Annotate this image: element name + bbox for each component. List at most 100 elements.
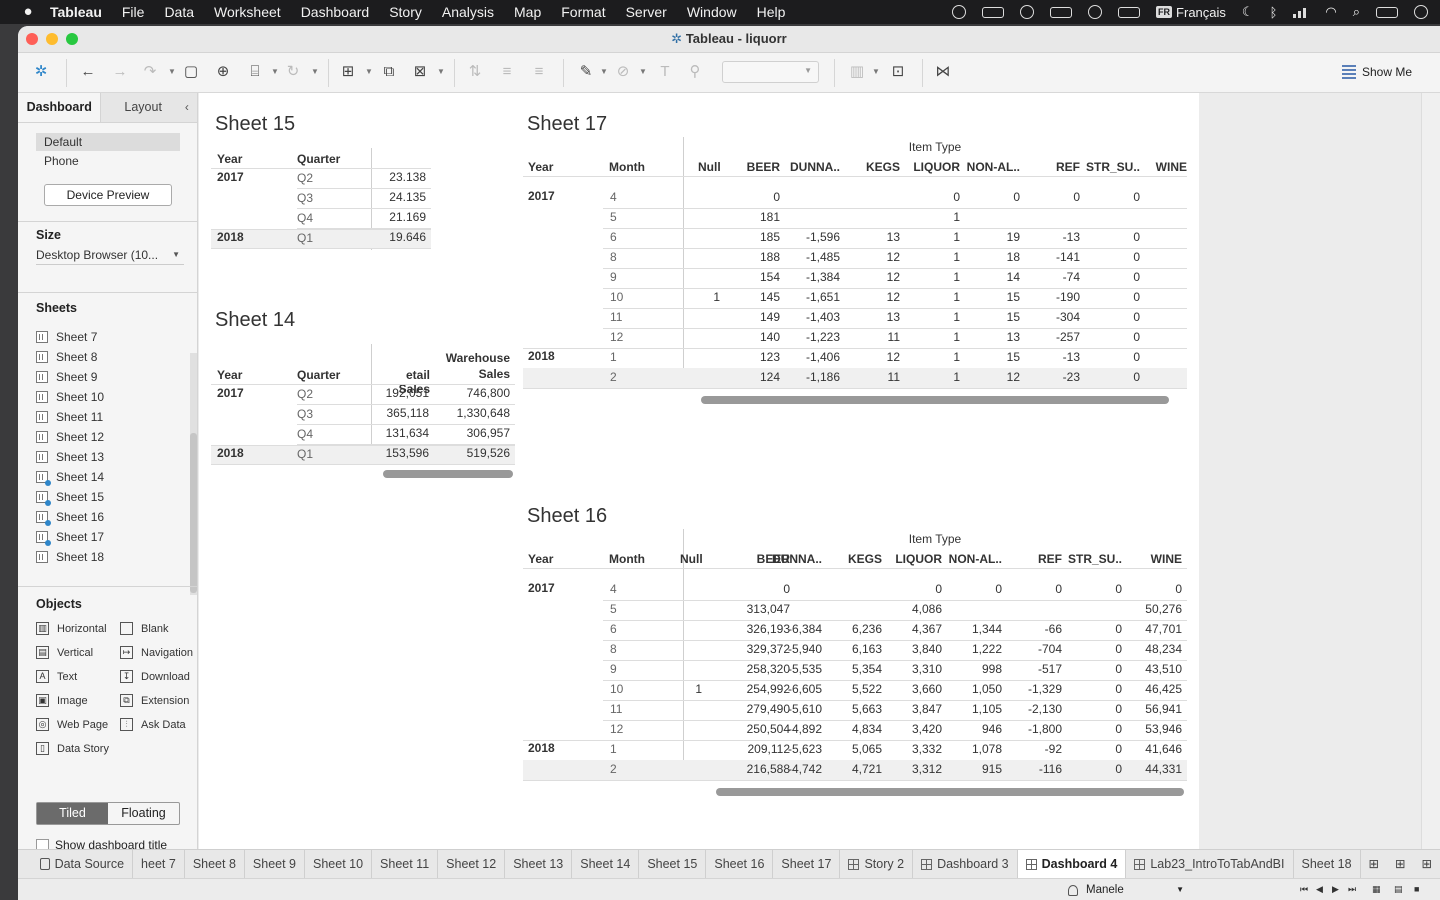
undo-icon[interactable]: ← — [79, 63, 97, 81]
sheet14-horizontal-scrollbar[interactable] — [383, 470, 513, 478]
menu-app-name[interactable]: Tableau — [50, 4, 102, 20]
cards-dropdown-icon[interactable]: ▼ — [872, 67, 880, 76]
device-phone[interactable]: Phone — [36, 152, 180, 170]
menu-format[interactable]: Format — [561, 4, 605, 20]
battery-icon[interactable] — [1118, 6, 1141, 18]
cards-icon[interactable]: ▥ — [848, 63, 866, 81]
moon-icon[interactable]: ☾ — [1242, 4, 1254, 20]
sheet-list-item[interactable]: Sheet 10 — [36, 387, 188, 407]
user-menu[interactable]: Manele ▼ — [1068, 879, 1188, 900]
object-ask-data[interactable]: ⫶ Ask Data — [120, 718, 186, 731]
sheet17-title[interactable]: Sheet 17 — [527, 113, 607, 136]
sheets-scroll-thumb[interactable] — [190, 433, 197, 593]
fit-dropdown[interactable]: ▼ — [722, 61, 819, 83]
pin-icon[interactable]: ⚲ — [686, 63, 704, 81]
tab-lab23_intrototabandbi[interactable]: Lab23_IntroToTabAndBI — [1126, 849, 1294, 879]
pause-dropdown-icon[interactable]: ▼ — [271, 67, 279, 76]
share-icon[interactable]: ⋈ — [934, 63, 952, 81]
sheet-list-item[interactable]: Sheet 11 — [36, 407, 188, 427]
last-sheet-icon[interactable]: ⏭ — [1348, 884, 1356, 895]
device-default[interactable]: Default — [36, 133, 180, 151]
tab-sheet-18[interactable]: Sheet 18 — [1294, 849, 1361, 879]
duplicate-icon[interactable]: ⧉ — [380, 63, 398, 81]
object-horizontal[interactable]: ▥ Horizontal — [36, 622, 107, 635]
group-icon[interactable]: ⊘ — [614, 63, 632, 81]
sheet-list-item[interactable]: Sheet 8 — [36, 347, 188, 367]
first-sheet-icon[interactable]: ⏮ — [1300, 884, 1308, 895]
object-web-page[interactable]: ◎ Web Page — [36, 718, 108, 731]
menu-story[interactable]: Story — [389, 4, 422, 20]
new-story-icon[interactable]: ⊞ — [1414, 850, 1440, 879]
tab-heet-7[interactable]: heet 7 — [133, 849, 185, 879]
new-worksheet-icon[interactable]: ⊞ — [1361, 850, 1387, 879]
language-menu[interactable]: FR Français — [1156, 5, 1226, 20]
menu-help[interactable]: Help — [757, 4, 786, 20]
object-vertical[interactable]: ▤ Vertical — [36, 646, 93, 659]
sheet17-horizontal-scrollbar[interactable] — [701, 396, 1169, 404]
save-icon[interactable]: ▢ — [182, 63, 200, 81]
sheet14-title[interactable]: Sheet 14 — [215, 309, 295, 332]
tab-layout[interactable]: Layout — [101, 93, 185, 122]
sheet-list-item[interactable]: Sheet 14 — [36, 467, 188, 487]
sheet-list-item[interactable]: Sheet 12 — [36, 427, 188, 447]
app-icon[interactable] — [1050, 6, 1073, 18]
siri-icon[interactable] — [1414, 5, 1428, 19]
brightness-icon[interactable] — [1293, 6, 1310, 18]
new-datasource-icon[interactable]: ⊕ — [214, 63, 232, 81]
highlight-dropdown-icon[interactable]: ▼ — [600, 67, 608, 76]
tab-sheet-15[interactable]: Sheet 15 — [639, 849, 707, 879]
tiled-button[interactable]: Tiled — [37, 803, 108, 824]
sheet15-title[interactable]: Sheet 15 — [215, 113, 295, 136]
search-icon[interactable]: ⌕ — [1353, 4, 1360, 20]
menu-map[interactable]: Map — [514, 4, 541, 20]
tableau-home-icon[interactable]: ✲ — [32, 63, 50, 81]
sheet16-title[interactable]: Sheet 16 — [527, 505, 607, 528]
sheet-list-item[interactable]: Sheet 13 — [36, 447, 188, 467]
tab-sheet-17[interactable]: Sheet 17 — [773, 849, 841, 879]
sheet-list-item[interactable]: Sheet 9 — [36, 367, 188, 387]
control-center-icon[interactable] — [1376, 6, 1398, 18]
collapse-sidebar-icon[interactable]: ‹ — [184, 93, 197, 122]
presentation-icon[interactable]: ⊡ — [889, 63, 907, 81]
replay-icon[interactable]: ↷ — [141, 63, 159, 81]
device-preview-button[interactable]: Device Preview — [44, 184, 172, 206]
new-sheet-icon[interactable]: ⊞ — [339, 63, 357, 81]
object-navigation[interactable]: ↦ Navigation — [120, 646, 193, 659]
clear-icon[interactable]: ⊠ — [411, 63, 429, 81]
swap-icon[interactable]: ⇅ — [466, 63, 484, 81]
dashboard-canvas[interactable]: Sheet 15 Year Quarter 2017 Q2 23.138 Q3 24.135 Q… — [199, 93, 1199, 849]
object-download[interactable]: ↧ Download — [120, 670, 190, 683]
apple-icon[interactable]: ● — [20, 4, 36, 20]
object-data-story[interactable]: ▯ Data Story — [36, 742, 109, 755]
object-text[interactable]: A Text — [36, 670, 77, 683]
highlight-icon[interactable]: ✎ — [577, 63, 595, 81]
time-machine-icon[interactable] — [1088, 5, 1103, 19]
display-icon[interactable] — [982, 6, 1005, 18]
sheet-list-item[interactable]: Sheet 17 — [36, 527, 188, 547]
replay-dropdown-icon[interactable]: ▼ — [168, 67, 176, 76]
menu-analysis[interactable]: Analysis — [442, 4, 494, 20]
tab-dashboard-3[interactable]: Dashboard 3 — [913, 849, 1018, 879]
tab-data-source[interactable]: Data Source — [32, 849, 134, 879]
object-extension[interactable]: ⧉ Extension — [120, 694, 189, 707]
menu-data[interactable]: Data — [164, 4, 194, 20]
sheet-list-item[interactable]: Sheet 16 — [36, 507, 188, 527]
tab-sheet-14[interactable]: Sheet 14 — [572, 849, 640, 879]
evernote-icon[interactable] — [952, 5, 967, 19]
pause-updates-icon[interactable]: ⌸ — [246, 63, 264, 81]
new-dashboard-icon[interactable]: ⊞ — [1387, 850, 1413, 879]
labels-icon[interactable]: T — [656, 63, 674, 81]
tab-dashboard[interactable]: Dashboard — [18, 93, 102, 122]
sheet-list-item[interactable]: Sheet 18 — [36, 547, 188, 567]
refresh-dropdown-icon[interactable]: ▼ — [311, 67, 319, 76]
tab-sheet-13[interactable]: Sheet 13 — [505, 849, 573, 879]
refresh-icon[interactable]: ↻ — [284, 63, 302, 81]
object-blank[interactable]: Blank — [120, 622, 169, 635]
tab-sheet-8[interactable]: Sheet 8 — [185, 849, 245, 879]
wifi-icon[interactable]: ◠ — [1325, 4, 1336, 20]
size-dropdown[interactable]: Desktop Browser (10... ▼ — [36, 245, 184, 265]
sheet-list-item[interactable]: Sheet 7 — [36, 327, 188, 347]
sheet16-horizontal-scrollbar[interactable] — [716, 788, 1184, 796]
show-me-button[interactable]: Show Me — [1341, 65, 1412, 79]
tab-sheet-9[interactable]: Sheet 9 — [245, 849, 305, 879]
